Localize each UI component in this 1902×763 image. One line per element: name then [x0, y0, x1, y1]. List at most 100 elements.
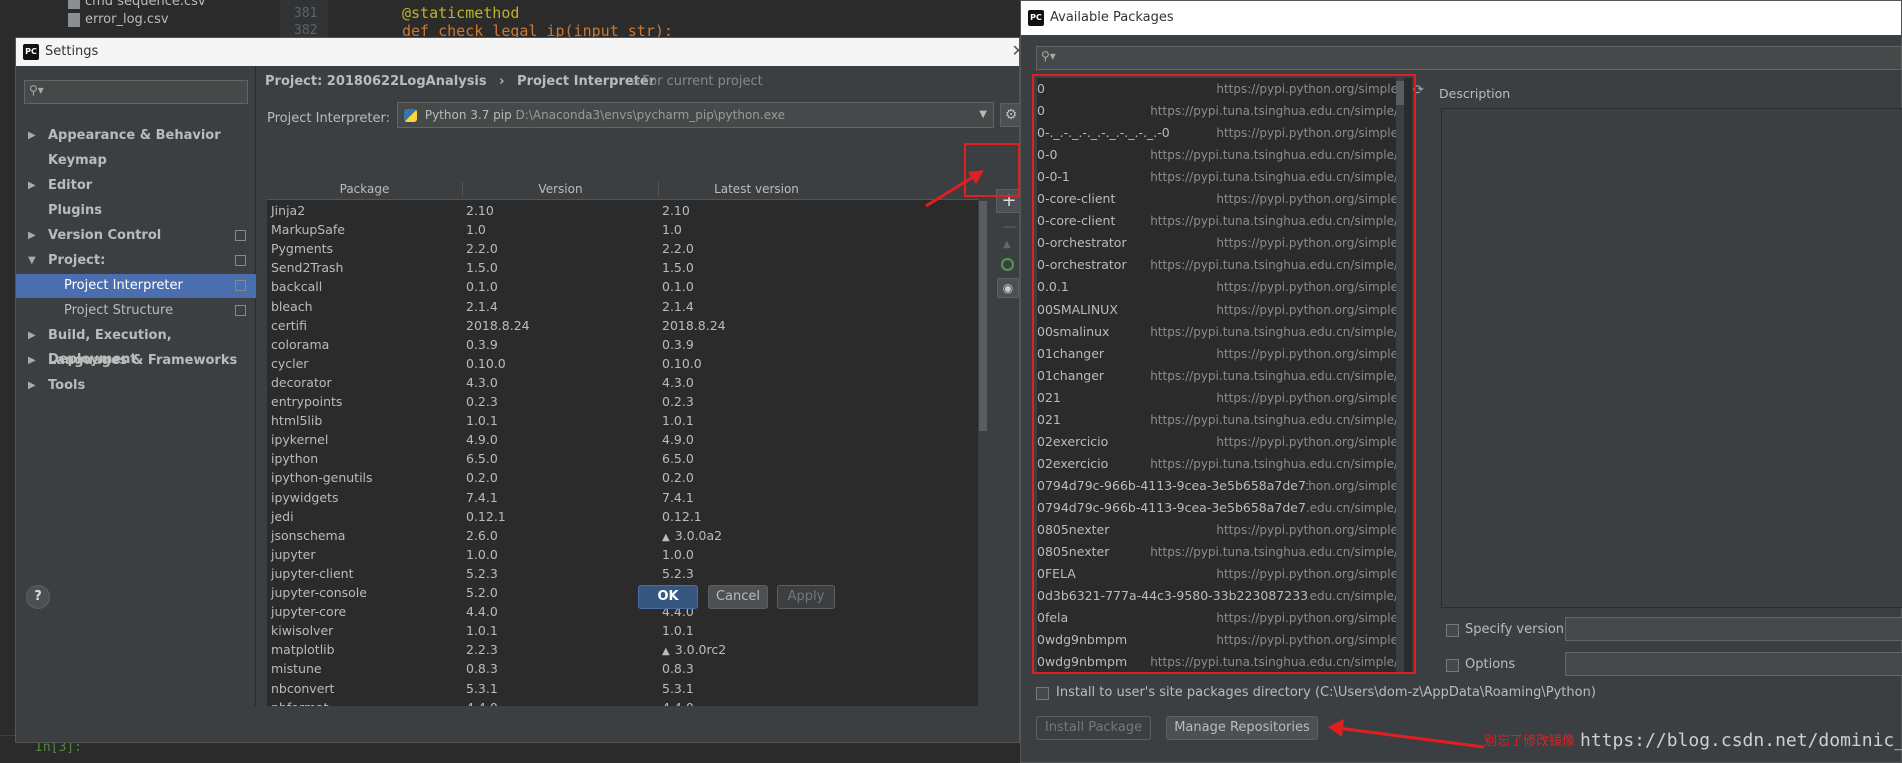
breadcrumb: Project: 20180622LogAnalysis › Project I…: [265, 74, 655, 89]
table-row[interactable]: ipython-genutils 0.2.0 0.2.0: [267, 468, 978, 487]
sidebar-item[interactable]: Project Interpreter: [16, 274, 256, 298]
table-row[interactable]: jupyter-console5.2.05.2.0: [267, 583, 978, 602]
install-user-site-checkbox[interactable]: [1036, 687, 1049, 700]
table-row[interactable]: jupyter 1.0.0 1.0.0: [267, 545, 978, 564]
column-header-package[interactable]: Package: [267, 182, 462, 196]
project-file-item[interactable]: error_log.csv: [68, 12, 169, 27]
table-row[interactable]: Pygments 2.2.0 2.2.0: [267, 239, 978, 258]
scrollbar-thumb[interactable]: [979, 201, 987, 431]
tree-arrow-icon[interactable]: ▶: [28, 224, 36, 248]
cancel-button[interactable]: Cancel: [708, 585, 768, 609]
sidebar-item[interactable]: Project Structure: [16, 299, 256, 323]
breadcrumb-project: Project: 20180622LogAnalysis: [265, 74, 487, 89]
tree-arrow-icon[interactable]: ▶: [28, 174, 36, 198]
sidebar-item[interactable]: ▶ Tools: [16, 374, 256, 398]
sidebar-item-label: Keymap: [48, 153, 107, 168]
table-row[interactable]: html5lib 1.0.1 1.0.1: [267, 411, 978, 430]
remove-package-icon[interactable]: —: [1003, 219, 1017, 235]
options-checkbox[interactable]: [1446, 659, 1459, 672]
sidebar-item-label: Version Control: [48, 228, 162, 243]
version-select[interactable]: [1565, 617, 1902, 641]
package-version: 5.2.0: [466, 585, 498, 600]
interpreter-select[interactable]: Python 3.7 pip D:\Anaconda3\envs\pycharm…: [397, 102, 994, 128]
table-row[interactable]: colorama 0.3.9 0.3.9: [267, 335, 978, 354]
table-row[interactable]: nbconvert 5.3.1 5.3.1: [267, 679, 978, 698]
annotation-box-list: [1032, 74, 1416, 674]
package-name: matplotlib: [271, 642, 335, 658]
project-file-item[interactable]: cmd sequence.csv: [68, 0, 206, 9]
table-row[interactable]: mistune 0.8.3 0.8.3: [267, 659, 978, 678]
table-row[interactable]: ipywidgets 7.4.1 7.4.1: [267, 488, 978, 507]
help-button[interactable]: ?: [26, 585, 50, 609]
package-latest-version: 0.12.1: [662, 508, 702, 524]
table-row[interactable]: ipython 6.5.0 6.5.0: [267, 449, 978, 468]
column-header-version[interactable]: Version: [462, 182, 658, 196]
table-row[interactable]: jedi 0.12.1 0.12.1: [267, 507, 978, 526]
tree-arrow-icon[interactable]: ▶: [28, 324, 36, 348]
interpreter-settings-button[interactable]: ⚙: [1000, 103, 1022, 127]
tree-arrow-icon[interactable]: ▼: [28, 249, 36, 273]
table-row[interactable]: jsonschema 2.6.0 ▲ 3.0.0a2: [267, 526, 978, 545]
tree-arrow-icon[interactable]: ▶: [28, 349, 36, 373]
options-input[interactable]: [1565, 652, 1902, 676]
package-version: 0.1.0: [466, 279, 498, 295]
upgrade-package-icon[interactable]: ▲: [1003, 239, 1011, 250]
table-row[interactable]: entrypoints 0.2.3 0.2.3: [267, 392, 978, 411]
settings-titlebar[interactable]: PC Settings ✕: [16, 38, 1025, 66]
package-name: jupyter: [271, 546, 316, 562]
sidebar-item[interactable]: ▶ Languages & Frameworks: [16, 349, 256, 373]
settings-dialog: PC Settings ✕ ⚲▾ ▶ Appearance & Behavior K…: [15, 37, 1025, 743]
table-row[interactable]: kiwisolver 1.0.1 1.0.1: [267, 621, 978, 640]
settings-search-input[interactable]: ⚲▾: [24, 80, 248, 104]
package-search-input[interactable]: ⚲▾: [1036, 46, 1902, 70]
package-latest-version: 0.3.9: [662, 336, 694, 352]
package-name: nbformat: [271, 698, 329, 706]
package-latest-version: ▲ 3.0.0a2: [662, 526, 722, 547]
tree-arrow-icon[interactable]: ▶: [28, 374, 36, 398]
gear-icon: ⚙: [1004, 107, 1018, 123]
specify-version-checkbox[interactable]: [1446, 624, 1459, 637]
table-row[interactable]: nbformat 4.4.0 4.4.0: [267, 698, 978, 706]
table-row[interactable]: jupyter-core 4.4.0 4.4.0: [267, 602, 978, 621]
package-name: nbconvert: [271, 680, 335, 696]
table-row[interactable]: MarkupSafe 1.0 1.0: [267, 220, 978, 239]
table-row[interactable]: cycler 0.10.0 0.10.0: [267, 354, 978, 373]
ok-button[interactable]: OK: [638, 585, 698, 609]
table-row[interactable]: Send2Trash 1.5.0 1.5.0: [267, 258, 978, 277]
sidebar-item-label: Project Interpreter: [64, 278, 183, 293]
table-row[interactable]: ipykernel 4.9.0 4.9.0: [267, 430, 978, 449]
sidebar-item[interactable]: Plugins: [16, 199, 256, 223]
refresh-icon[interactable]: [1001, 258, 1014, 271]
sidebar-item[interactable]: ▶ Version Control: [16, 224, 256, 248]
table-row[interactable]: Jinja2 2.10 2.10: [267, 201, 978, 220]
sidebar-item[interactable]: ▶ Editor: [16, 174, 256, 198]
table-row[interactable]: matplotlib 2.2.3 ▲ 3.0.0rc2: [267, 640, 978, 659]
project-scope-icon: [235, 230, 246, 241]
table-row[interactable]: jupyter-client 5.2.3 5.2.3: [267, 564, 978, 583]
install-package-button[interactable]: Install Package: [1036, 716, 1151, 740]
table-row[interactable]: certifi 2018.8.24 2018.8.24: [267, 316, 978, 335]
package-name: jupyter-core: [271, 604, 347, 620]
package-name: jedi: [271, 508, 294, 524]
description-label: Description: [1439, 86, 1511, 101]
package-latest-version: 0.1.0: [662, 279, 694, 295]
column-header-latest[interactable]: Latest version: [658, 182, 854, 196]
table-row[interactable]: bleach 2.1.4 2.1.4: [267, 297, 978, 316]
package-latest-version: 1.0: [662, 222, 682, 238]
tree-arrow-icon[interactable]: ▶: [28, 124, 36, 148]
show-early-releases-icon[interactable]: ◉: [997, 278, 1019, 298]
search-icon: ⚲▾: [1041, 49, 1056, 63]
sidebar-item[interactable]: Keymap: [16, 149, 256, 173]
sidebar-item[interactable]: ▶ Appearance & Behavior: [16, 124, 256, 148]
manage-repositories-button[interactable]: Manage Repositories: [1166, 716, 1318, 740]
sidebar-item[interactable]: ▼Project: 20180622LogAnalysis: [16, 249, 256, 292]
apply-button[interactable]: Apply: [777, 585, 835, 609]
package-latest-version: 4.4.0: [662, 698, 694, 706]
table-row[interactable]: backcall 0.1.0 0.1.0: [267, 277, 978, 296]
package-version: 5.3.1: [466, 680, 498, 696]
sidebar-item[interactable]: ▶ Build, Execution, Deployment: [16, 324, 256, 367]
table-row[interactable]: decorator 4.3.0 4.3.0: [267, 373, 978, 392]
available-packages-titlebar[interactable]: PC Available Packages: [1021, 1, 1901, 35]
packages-scrollbar[interactable]: [979, 181, 987, 706]
package-name: ipykernel: [271, 432, 329, 448]
